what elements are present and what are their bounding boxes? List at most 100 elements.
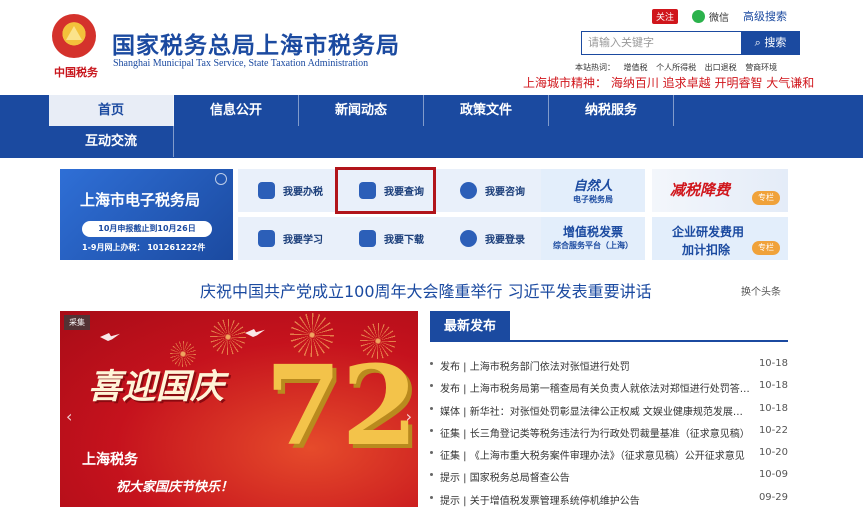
user-icon bbox=[460, 230, 477, 247]
hot-word-item[interactable]: 个人所得税 bbox=[656, 63, 696, 72]
service-download[interactable]: 我要下载 bbox=[339, 217, 440, 260]
news-date: 10-20 bbox=[758, 447, 788, 459]
dove-decoration bbox=[100, 333, 120, 341]
dove-decoration bbox=[245, 329, 265, 337]
site-title[interactable]: 国家税务总局上海市税务局 bbox=[112, 26, 400, 60]
service-label: 我要登录 bbox=[485, 235, 525, 246]
hot-word-item[interactable]: 营商环境 bbox=[745, 63, 777, 72]
carousel-tag[interactable]: 采集 bbox=[64, 315, 90, 330]
natural-sub: 电子税务局 bbox=[573, 195, 613, 204]
care-button[interactable]: 关注 bbox=[652, 8, 679, 24]
news-title[interactable]: 提示 | 关于增值税发票管理系统停机维护公告 bbox=[440, 492, 752, 507]
news-date: 10-09 bbox=[758, 469, 788, 481]
bullet-icon bbox=[430, 495, 433, 499]
nav-item-home[interactable]: 首页 bbox=[49, 95, 174, 126]
site-subtitle: Shanghai Municipal Tax Service, State Ta… bbox=[113, 58, 369, 69]
service-label: 我要咨询 bbox=[485, 187, 525, 198]
search-input[interactable]: 请输入关键字 bbox=[581, 31, 741, 55]
advanced-search-link[interactable]: 高级搜索 bbox=[743, 8, 787, 24]
news-title[interactable]: 征集 | 《上海市重大税务案件审理办法》（征求意见稿）公开征求意见 bbox=[440, 447, 752, 462]
news-list: 发布 | 上海市税务部门依法对张恒进行处罚 10-18 发布 | 上海市税务局第一… bbox=[430, 354, 790, 507]
nav-item-news[interactable]: 新闻动态 bbox=[299, 95, 424, 126]
etax-count: 1-9月网上办税： 101261222件 bbox=[82, 243, 206, 252]
etax-corner-icon bbox=[215, 173, 227, 185]
main-nav: 首页 信息公开 新闻动态 政策文件 纳税服务 互动交流 bbox=[0, 95, 863, 158]
nav-item-policy[interactable]: 政策文件 bbox=[424, 95, 549, 126]
news-date: 09-29 bbox=[758, 491, 788, 503]
news-title[interactable]: 发布 | 上海市税务局第一稽查局有关负责人就依法对郑恒进行处罚答记者问 bbox=[440, 380, 752, 395]
news-title[interactable]: 征集 | 长三角登记类等税务违法行为行政处罚裁量基准（征求意见稿） bbox=[440, 425, 752, 440]
column-tag: 专栏 bbox=[752, 191, 780, 205]
hot-words-label: 本站热词： bbox=[575, 63, 615, 72]
bullet-icon bbox=[430, 428, 433, 432]
list-item[interactable]: 征集 | 《上海市重大税务案件审理办法》（征求意见稿）公开征求意见 10-20 bbox=[430, 443, 790, 465]
carousel-number: 72 bbox=[265, 341, 418, 470]
bullet-icon bbox=[430, 362, 433, 365]
search-icon: ⌕ bbox=[754, 36, 765, 49]
service-login[interactable]: 我要登录 bbox=[440, 217, 541, 260]
list-item[interactable]: 发布 | 上海市税务局第一稽查局有关负责人就依法对郑恒进行处罚答记者问 10-18 bbox=[430, 376, 790, 398]
tax-emblem-icon[interactable] bbox=[52, 14, 96, 58]
swap-headline-link[interactable]: 换个头条 bbox=[741, 283, 781, 298]
tab-latest[interactable]: 最新发布 bbox=[430, 311, 510, 342]
etax-banner[interactable]: 上海市电子税务局 10月申报截止到10月26日 1-9月网上办税： 101261… bbox=[60, 169, 233, 260]
news-date: 10-18 bbox=[758, 380, 788, 392]
news-title[interactable]: 媒体 | 新华社：对张恒处罚彰显法律公正权威 文娱业健康规范发展需…… bbox=[440, 403, 752, 418]
carousel-greeting: 祝大家国庆节快乐！ bbox=[116, 480, 234, 495]
news-date: 10-18 bbox=[758, 402, 788, 414]
service-learn[interactable]: 我要学习 bbox=[238, 217, 339, 260]
wechat-link[interactable]: 微信 bbox=[709, 9, 729, 24]
etax-deadline: 10月申报截止到10月26日 bbox=[82, 221, 212, 237]
rd-title-line2: 加计扣除 bbox=[682, 243, 731, 257]
bullet-icon bbox=[430, 451, 433, 455]
list-item[interactable]: 征集 | 长三角登记类等税务违法行为行政处罚裁量基准（征求意见稿） 10-22 bbox=[430, 421, 790, 443]
headset-icon bbox=[460, 182, 477, 199]
query-highlight-box bbox=[335, 167, 436, 214]
carousel-next-icon[interactable]: › bbox=[406, 407, 412, 426]
news-tabbar: 最新发布 bbox=[430, 311, 788, 342]
list-item[interactable]: 提示 | 国家税务总局督查公告 10-09 bbox=[430, 465, 790, 487]
top-links: 关注 微信 高级搜索 bbox=[652, 8, 787, 24]
learn-icon bbox=[258, 230, 275, 247]
wechat-icon[interactable] bbox=[692, 9, 706, 23]
vat-sub: 综合服务平台（上海） bbox=[553, 241, 633, 250]
rd-deduction-banner[interactable]: 企业研发费用 加计扣除 专栏 bbox=[652, 217, 788, 260]
list-item[interactable]: 发布 | 上海市税务部门依法对张恒进行处罚 10-18 bbox=[430, 354, 790, 376]
nav-item-info[interactable]: 信息公开 bbox=[174, 95, 299, 126]
reduce-title: 减税降费 bbox=[670, 181, 731, 199]
nav-item-service[interactable]: 纳税服务 bbox=[549, 95, 674, 126]
natural-title: 自然人 bbox=[573, 179, 613, 194]
city-spirit-text: 上海城市精神： 海纳百川 追求卓越 开明睿智 大气谦和 bbox=[523, 76, 815, 90]
firework-decoration bbox=[210, 319, 246, 355]
hot-words: 本站热词： 增值税 个人所得税 出口退税 营商环境 bbox=[575, 62, 783, 73]
vat-invoice-banner[interactable]: 增值税发票 综合服务平台（上海） bbox=[541, 217, 645, 260]
carousel-subtitle: 上海税务 bbox=[82, 452, 138, 468]
vat-title: 增值税发票 bbox=[562, 225, 623, 239]
list-item[interactable]: 提示 | 关于增值税发票管理系统停机维护公告 09-29 bbox=[430, 488, 790, 507]
site-header: 中国税务 国家税务总局上海市税务局 Shanghai Municipal Tax… bbox=[0, 0, 863, 95]
news-title[interactable]: 发布 | 上海市税务部门依法对张恒进行处罚 bbox=[440, 358, 752, 373]
handle-tax-icon bbox=[258, 182, 275, 199]
rd-title-line1: 企业研发费用 bbox=[672, 225, 745, 239]
news-date: 10-18 bbox=[758, 358, 788, 369]
download-icon bbox=[359, 230, 376, 247]
service-label: 我要办税 bbox=[283, 187, 323, 198]
service-consult[interactable]: 我要咨询 bbox=[440, 169, 541, 212]
news-carousel[interactable]: 采集 喜迎国庆 72 上海税务 祝大家国庆节快乐！ ‹ › bbox=[60, 311, 418, 507]
headline-link[interactable]: 庆祝中国共产党成立100周年大会隆重举行 习近平发表重要讲话 bbox=[200, 278, 652, 302]
service-label: 我要下载 bbox=[384, 235, 424, 246]
tax-reduction-banner[interactable]: 减税降费 专栏 bbox=[652, 169, 788, 212]
search-button[interactable]: ⌕ 搜索 bbox=[741, 31, 800, 55]
emblem-caption: 中国税务 bbox=[54, 66, 98, 79]
bullet-icon bbox=[430, 406, 433, 410]
carousel-prev-icon[interactable]: ‹ bbox=[66, 407, 72, 426]
hot-word-item[interactable]: 出口退税 bbox=[705, 63, 737, 72]
list-item[interactable]: 媒体 | 新华社：对张恒处罚彰显法律公正权威 文娱业健康规范发展需…… 10-18 bbox=[430, 399, 790, 421]
nav-item-interaction[interactable]: 互动交流 bbox=[49, 126, 174, 157]
etax-title: 上海市电子税务局 bbox=[80, 191, 201, 209]
natural-person-etax-banner[interactable]: 自然人 电子税务局 bbox=[541, 169, 645, 212]
hot-word-item[interactable]: 增值税 bbox=[624, 63, 648, 72]
search-button-label: 搜索 bbox=[764, 36, 787, 49]
service-handle-tax[interactable]: 我要办税 bbox=[238, 169, 339, 212]
news-title[interactable]: 提示 | 国家税务总局督查公告 bbox=[440, 469, 752, 484]
